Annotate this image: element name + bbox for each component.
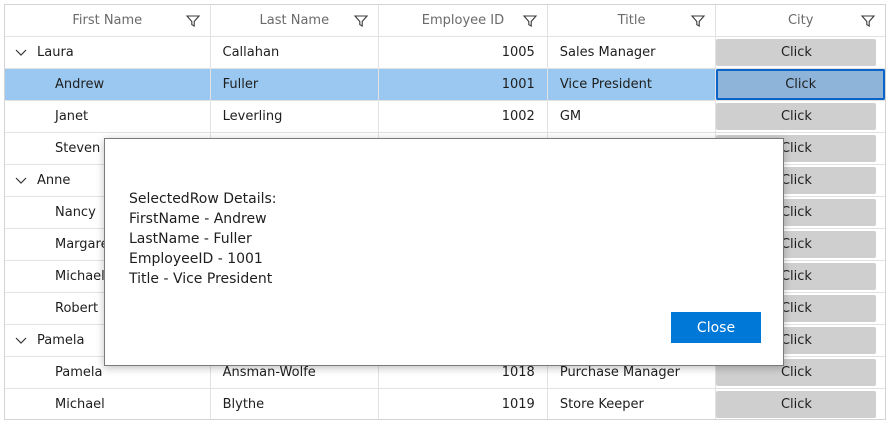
close-button[interactable]: Close <box>671 312 761 343</box>
city-click-button[interactable]: Click <box>716 391 877 418</box>
filter-icon[interactable] <box>691 14 706 28</box>
city-cell: Click <box>716 101 885 132</box>
column-header-first-name[interactable]: First Name <box>5 5 211 36</box>
last-name-cell[interactable]: Callahan <box>211 37 380 68</box>
dialog-line: EmployeeID - 1001 <box>129 251 263 267</box>
employee-id-cell[interactable]: 1002 <box>379 101 548 132</box>
filter-icon[interactable] <box>522 14 537 28</box>
chevron-down-icon[interactable] <box>5 337 37 345</box>
dialog-details: SelectedRow Details: FirstName - Andrew … <box>129 189 277 289</box>
column-header-label: City <box>787 13 814 28</box>
table-row[interactable]: Andrew Fuller 1001 Vice President Click <box>5 69 885 101</box>
first-name-cell[interactable]: Andrew <box>5 69 211 100</box>
dialog-line: FirstName - Andrew <box>129 211 267 227</box>
city-cell: Click <box>716 389 885 419</box>
chevron-down-icon[interactable] <box>5 49 37 57</box>
first-name-text: Michael <box>55 269 105 284</box>
column-header-city[interactable]: City <box>716 5 885 36</box>
city-cell: Click <box>716 69 885 100</box>
dialog-line: Title - Vice President <box>129 271 273 287</box>
selected-row-dialog: SelectedRow Details: FirstName - Andrew … <box>104 138 784 366</box>
column-header-last-name[interactable]: Last Name <box>211 5 380 36</box>
first-name-text: Anne <box>37 173 71 188</box>
group-row[interactable]: Laura Callahan 1005 Sales Manager Click <box>5 37 885 69</box>
last-name-cell[interactable]: Fuller <box>211 69 380 100</box>
first-name-text: Michael <box>55 397 105 412</box>
city-cell: Click <box>716 37 885 68</box>
last-name-cell[interactable]: Blythe <box>211 389 380 419</box>
first-name-text: Pamela <box>55 365 103 380</box>
filter-icon[interactable] <box>861 14 876 28</box>
first-name-cell[interactable]: Janet <box>5 101 211 132</box>
column-header-title[interactable]: Title <box>548 5 717 36</box>
first-name-text: Steven <box>55 141 101 156</box>
title-cell[interactable]: Vice President <box>548 69 717 100</box>
column-header-label: Employee ID <box>421 13 505 28</box>
first-name-cell[interactable]: Michael <box>5 389 211 419</box>
city-click-button[interactable]: Click <box>716 39 877 66</box>
title-cell[interactable]: Sales Manager <box>548 37 717 68</box>
dialog-line: SelectedRow Details: <box>129 191 277 207</box>
employee-id-cell[interactable]: 1001 <box>379 69 548 100</box>
title-cell[interactable]: GM <box>548 101 717 132</box>
employee-id-cell[interactable]: 1019 <box>379 389 548 419</box>
city-click-button[interactable]: Click <box>716 69 885 100</box>
dialog-line: LastName - Fuller <box>129 231 252 247</box>
first-name-text: Andrew <box>55 77 105 92</box>
header-row: First Name Last Name Employee ID Title C… <box>5 5 885 37</box>
column-header-label: First Name <box>72 13 143 28</box>
filter-icon[interactable] <box>354 14 369 28</box>
table-row[interactable]: Janet Leverling 1002 GM Click <box>5 101 885 133</box>
table-row[interactable]: Michael Blythe 1019 Store Keeper Click <box>5 389 885 419</box>
first-name-text: Laura <box>37 45 74 60</box>
column-header-employee-id[interactable]: Employee ID <box>379 5 548 36</box>
title-cell[interactable]: Store Keeper <box>548 389 717 419</box>
first-name-cell[interactable]: Laura <box>5 37 211 68</box>
last-name-cell[interactable]: Leverling <box>211 101 380 132</box>
city-click-button[interactable]: Click <box>716 103 877 130</box>
chevron-down-icon[interactable] <box>5 177 37 185</box>
filter-icon[interactable] <box>185 14 200 28</box>
employee-id-cell[interactable]: 1005 <box>379 37 548 68</box>
column-header-label: Last Name <box>259 13 330 28</box>
first-name-text: Janet <box>55 109 89 124</box>
first-name-text: Robert <box>55 301 99 316</box>
first-name-text: Pamela <box>37 333 85 348</box>
column-header-label: Title <box>617 13 646 28</box>
first-name-text: Nancy <box>55 205 96 220</box>
